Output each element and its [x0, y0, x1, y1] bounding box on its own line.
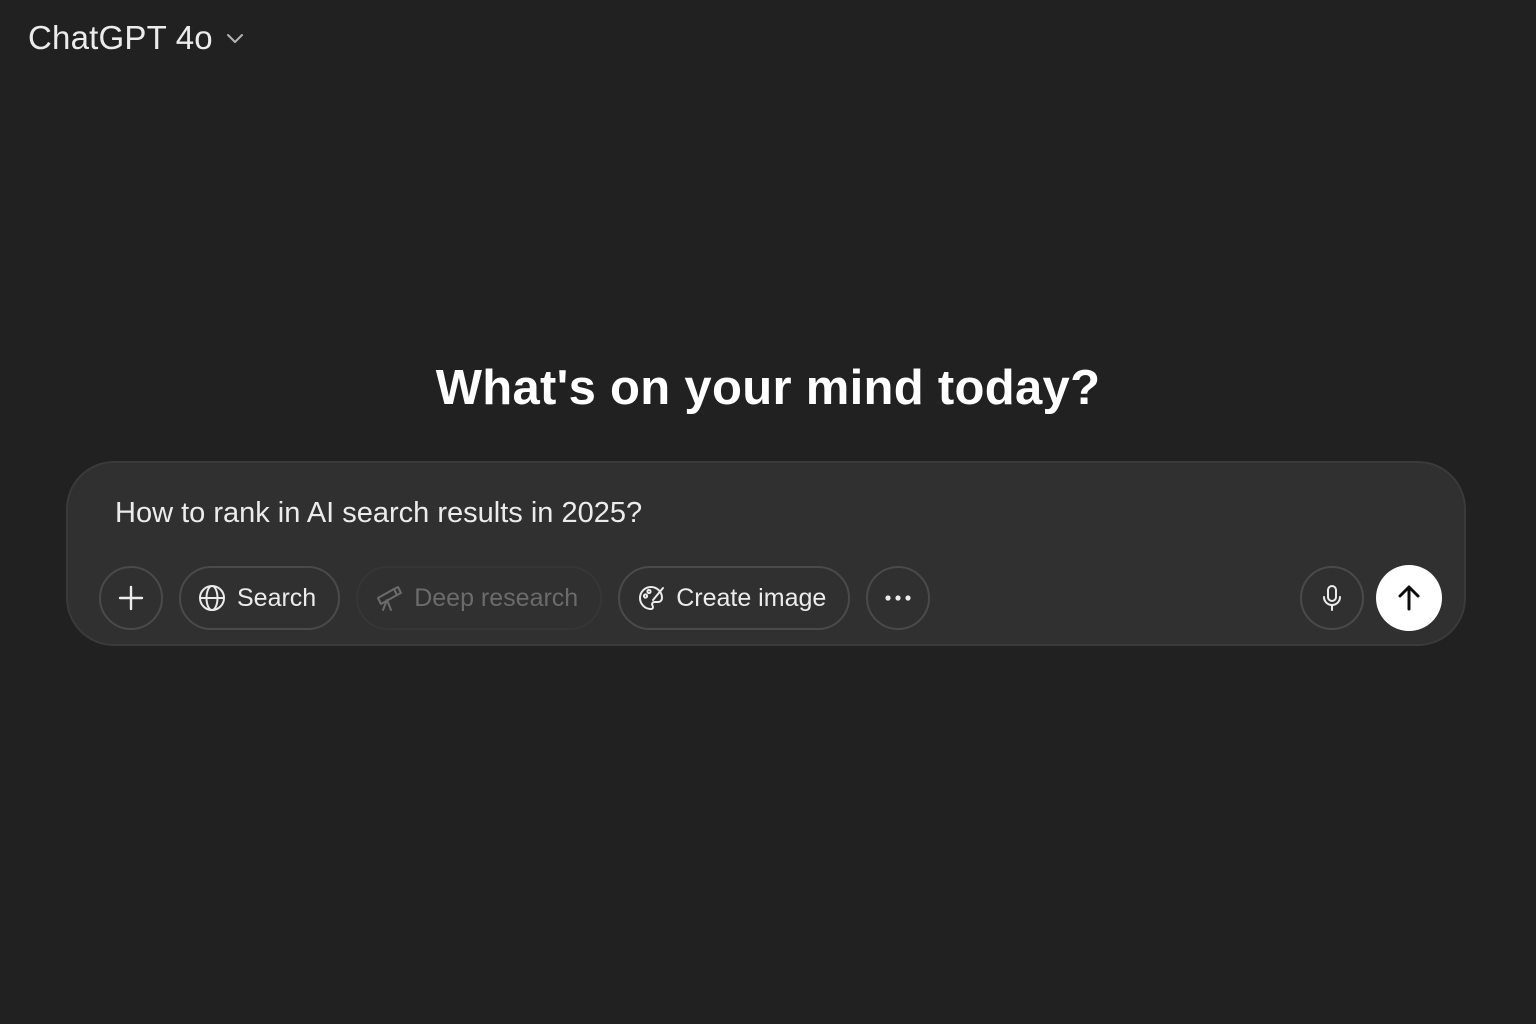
prompt-composer: Search Deep research	[66, 461, 1466, 646]
model-name: ChatGPT 4o	[28, 19, 213, 56]
composer-toolbar: Search Deep research Create image	[99, 565, 1442, 631]
add-attachment-button[interactable]	[99, 566, 163, 630]
prompt-input[interactable]	[115, 491, 1365, 535]
send-button[interactable]	[1376, 565, 1442, 631]
palette-icon	[636, 583, 666, 613]
page-title: What's on your mind today?	[435, 361, 1101, 415]
chevron-down-icon	[223, 26, 247, 50]
arrow-up-icon	[1394, 583, 1424, 613]
more-tools-button[interactable]	[866, 566, 931, 630]
search-tool-button[interactable]: Search	[179, 566, 341, 630]
chat-home-page: ChatGPT 4o What's on your mind today? Ho…	[0, 0, 1536, 1024]
globe-icon	[197, 583, 227, 613]
telescope-icon	[374, 583, 404, 613]
plus-icon	[117, 584, 145, 612]
voice-input-button[interactable]	[1300, 566, 1364, 630]
create-image-label: Create image	[676, 583, 827, 612]
deep-research-label: Deep research	[414, 583, 579, 612]
model-selector[interactable]: ChatGPT 4o	[16, 12, 259, 64]
search-tool-label: Search	[237, 583, 317, 612]
ellipsis-icon	[883, 594, 913, 602]
create-image-button[interactable]: Create image	[618, 566, 851, 630]
deep-research-button[interactable]: Deep research	[356, 566, 603, 630]
microphone-icon	[1319, 583, 1345, 613]
